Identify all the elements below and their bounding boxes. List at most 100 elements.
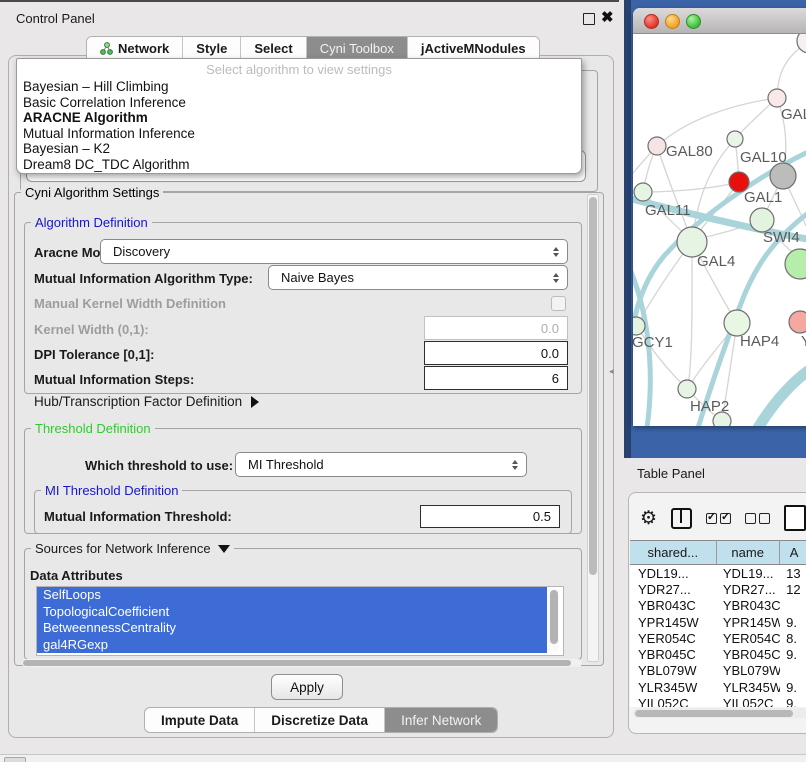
node-label: GAL1 — [744, 189, 782, 206]
node-label: GAL10 — [740, 149, 787, 166]
network-node[interactable] — [648, 137, 666, 155]
algorithm-menu-item[interactable]: Bayesian – Hill Climbing — [23, 79, 575, 95]
close-icon[interactable]: ✖ — [601, 8, 614, 26]
table-row[interactable]: YBL079WYBL079W — [630, 663, 806, 679]
mi-steps-field[interactable]: 6 — [424, 366, 568, 390]
algorithm-menu-item[interactable]: Basic Correlation Inference — [23, 95, 575, 111]
hub-definition-expander[interactable]: Hub/Transcription Factor Definition — [34, 394, 259, 409]
mi-type-combo[interactable]: Naive Bayes — [268, 265, 568, 290]
network-node[interactable] — [678, 380, 696, 398]
network-node[interactable] — [768, 89, 786, 107]
combo-spinner-icon — [553, 273, 559, 283]
tab-label: jActiveMNodules — [421, 41, 526, 56]
table-cell: YBR045C — [630, 647, 717, 662]
mi-threshold-field[interactable]: 0.5 — [420, 505, 560, 528]
algorithm-dropdown: Select algorithm to view settings Bayesi… — [16, 58, 582, 174]
aracne-mode-value: Discovery — [113, 244, 170, 259]
node-table: shared...nameA YDL19...YDL19...13YDR27..… — [630, 540, 806, 707]
table-cell: 9. — [780, 615, 806, 630]
kernel-width-value: 0.0 — [541, 321, 559, 336]
table-cell: YBR045C — [717, 647, 780, 662]
network-edge — [688, 241, 692, 388]
kernel-width-field[interactable]: 0.0 — [424, 316, 568, 340]
network-node[interactable] — [627, 317, 645, 335]
tab-network[interactable]: Network — [87, 37, 183, 60]
table-cell: YPR145W — [630, 615, 717, 630]
network-edge — [657, 146, 692, 241]
manual-kernel-label: Manual Kernel Width Definition — [34, 296, 226, 311]
column-header[interactable]: shared... — [630, 541, 717, 564]
table-row[interactable]: YIL052CYIL052C9. — [630, 695, 806, 707]
splitter-handle[interactable]: ◂ — [609, 366, 614, 377]
tab-label: Network — [118, 41, 169, 56]
column-header[interactable]: name — [717, 541, 780, 564]
network-node[interactable] — [789, 311, 806, 333]
show-columns-icon[interactable] — [706, 513, 731, 524]
network-node[interactable] — [770, 163, 796, 189]
network-canvas[interactable]: GALGAL80GAL10GAL1GAL11SWI4GAL4GCY1HAP4YH… — [624, 0, 806, 458]
algorithm-menu-item[interactable]: Dream8 DC_TDC Algorithm — [23, 157, 575, 173]
table-row[interactable]: YER054CYER054C8. — [630, 630, 806, 646]
threshold-definition-title: Threshold Definition — [31, 421, 155, 436]
tab-impute-data[interactable]: Impute Data — [145, 708, 255, 732]
table-row[interactable]: YDR27...YDR27...12 — [630, 581, 806, 597]
hub-definition-label: Hub/Transcription Factor Definition — [34, 394, 242, 409]
table-hscrollbar-thumb[interactable] — [635, 710, 793, 717]
manual-kernel-checkbox[interactable] — [551, 296, 566, 311]
hide-columns-icon[interactable] — [745, 513, 770, 524]
algorithm-menu-item[interactable]: ARACNE Algorithm — [23, 110, 575, 126]
settings-vscrollbar-thumb[interactable] — [589, 197, 597, 575]
window-top-border — [0, 0, 619, 2]
network-node[interactable] — [634, 183, 652, 201]
which-threshold-combo[interactable]: MI Threshold — [235, 452, 527, 477]
gear-icon[interactable]: ⚙ — [640, 509, 657, 528]
attribute-item[interactable]: BetweennessCentrality — [37, 620, 547, 637]
tab-label: Select — [254, 41, 292, 56]
table-cell: YBL079W — [630, 663, 717, 678]
tab-label: Cyni Toolbox — [320, 41, 394, 56]
mi-threshold-title: MI Threshold Definition — [41, 483, 182, 498]
table-cell: YDL19... — [717, 566, 780, 581]
settings-hscrollbar-thumb[interactable] — [23, 660, 571, 666]
aracne-mode-combo[interactable]: Discovery — [100, 239, 568, 264]
tab-cyni-toolbox[interactable]: Cyni Toolbox — [307, 37, 408, 60]
mi-steps-label: Mutual Information Steps: — [34, 372, 194, 387]
table-panel-title: Table Panel — [637, 466, 705, 481]
attribute-item[interactable]: gal4RGexp — [37, 637, 547, 654]
network-node[interactable] — [785, 249, 806, 279]
kernel-width-label: Kernel Width (0,1): — [34, 322, 149, 337]
tab-discretize-data[interactable]: Discretize Data — [255, 708, 385, 732]
tab-style[interactable]: Style — [183, 37, 241, 60]
sources-title[interactable]: Sources for Network Inference — [31, 541, 234, 556]
collapse-arrow-icon — [218, 545, 230, 553]
mi-threshold-label: Mutual Information Threshold: — [44, 509, 232, 524]
column-browser-icon[interactable] — [671, 508, 692, 529]
page-icon[interactable] — [784, 505, 806, 531]
attribute-item[interactable]: SelfLoops — [37, 587, 547, 604]
attributes-scrollbar-thumb[interactable] — [550, 590, 558, 644]
table-row[interactable]: YPR145WYPR145W9. — [630, 614, 806, 630]
algorithm-menu-item[interactable]: Bayesian – K2 — [23, 141, 575, 157]
tab-jactivemnodules[interactable]: jActiveMNodules — [408, 37, 539, 60]
network-node[interactable] — [727, 131, 743, 147]
docked-panel-icon[interactable] — [4, 757, 26, 762]
data-attributes-list[interactable]: SelfLoopsTopologicalCoefficientBetweenne… — [36, 586, 564, 656]
table-cell: YPR145W — [717, 615, 780, 630]
column-header[interactable]: A — [780, 541, 806, 564]
algorithm-menu-item[interactable]: Mutual Information Inference — [23, 126, 575, 142]
tab-select[interactable]: Select — [241, 37, 306, 60]
mi-type-label: Mutual Information Algorithm Type: — [34, 271, 253, 286]
table-row[interactable]: YDL19...YDL19...13 — [630, 565, 806, 581]
network-edge-highlighted — [758, 368, 806, 428]
apply-button[interactable]: Apply — [271, 674, 343, 700]
table-row[interactable]: YLR345WYLR345W9. — [630, 679, 806, 695]
table-cell: YBR043C — [717, 598, 780, 613]
table-row[interactable]: YBR043CYBR043C — [630, 598, 806, 614]
tab-infer-network[interactable]: Infer Network — [385, 708, 497, 732]
float-panel-icon[interactable] — [583, 13, 595, 25]
dpi-tolerance-field[interactable]: 0.0 — [424, 341, 568, 365]
dpi-tolerance-label: DPI Tolerance [0,1]: — [34, 347, 154, 362]
attribute-item[interactable]: TopologicalCoefficient — [37, 604, 547, 621]
table-row[interactable]: YBR045CYBR045C9. — [630, 646, 806, 662]
expand-arrow-icon — [251, 396, 259, 408]
